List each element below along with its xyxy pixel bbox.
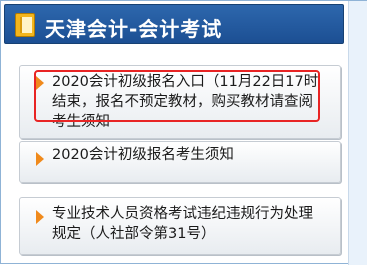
- page-frame: 天津会计-会计考试 2020会计初级报名入口（11月22日17时结束，报名不预定…: [0, 0, 367, 265]
- highlight-box: [34, 70, 320, 122]
- section-title: 天津会计-会计考试: [45, 17, 223, 41]
- bullet-arrow-icon: [36, 152, 44, 166]
- book-icon: [15, 13, 35, 37]
- section-header: 天津会计-会计考试: [4, 4, 344, 44]
- list-item-link[interactable]: 专业技术人员资格考试违纪违规行为处理规定（人社部令第31号）: [52, 204, 326, 244]
- side-panel-edge: [348, 1, 367, 265]
- list-item[interactable]: 2020会计初级报名考生须知: [19, 141, 341, 183]
- list-item-link[interactable]: 2020会计初级报名考生须知: [52, 145, 326, 165]
- list-item[interactable]: 专业技术人员资格考试违纪违规行为处理规定（人社部令第31号）: [19, 197, 341, 255]
- bullet-arrow-icon: [36, 210, 44, 224]
